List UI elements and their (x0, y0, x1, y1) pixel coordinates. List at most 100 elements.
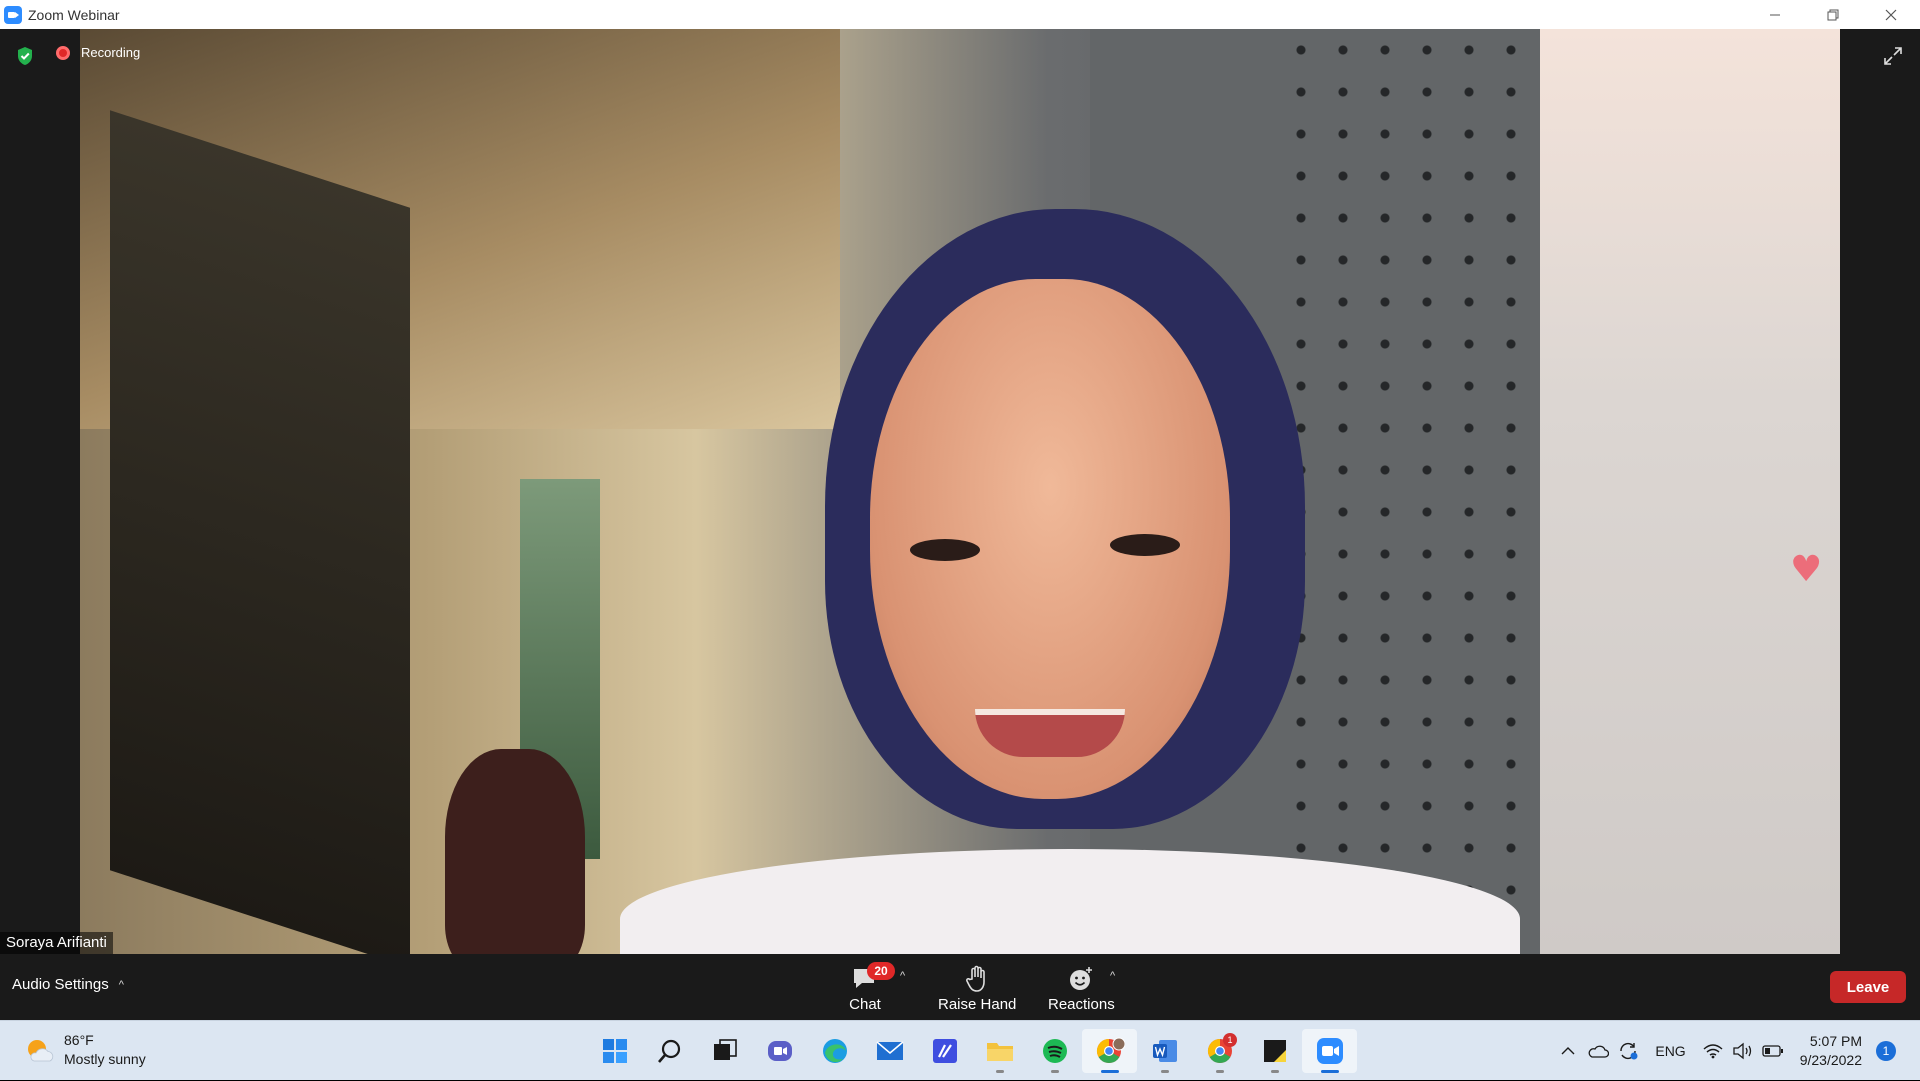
chrome-button[interactable]: 1 (1192, 1029, 1247, 1073)
notification-badge[interactable]: 1 (1876, 1041, 1896, 1061)
video-background-pegboard (1280, 29, 1580, 954)
zoom-webinar-window: Zoom Webinar ♥ Recording Soraya Arifiant… (0, 0, 1920, 1080)
sun-cloud-icon (28, 1040, 54, 1062)
word-button[interactable] (1137, 1029, 1192, 1073)
minimize-button[interactable] (1746, 0, 1804, 29)
expand-icon[interactable] (1882, 45, 1904, 67)
speaker-eye-left (910, 539, 980, 561)
task-view-icon (713, 1039, 737, 1060)
file-explorer-icon (986, 1043, 1013, 1061)
leave-button[interactable]: Leave (1830, 971, 1906, 1003)
teams-chat-button[interactable] (752, 1029, 807, 1073)
show-hidden-icons-button[interactable] (1553, 1036, 1583, 1066)
recording-dot-icon (56, 45, 70, 60)
system-tray: ENG 5:07 PM 9/23/2022 1 (1553, 1021, 1920, 1081)
visual-studio-icon (932, 1039, 957, 1063)
start-icon (602, 1039, 627, 1063)
meeting-toolbar: Audio Settings ^ 20 Chat ^ Raise Hand Re… (0, 954, 1920, 1020)
caret-up-icon[interactable]: ^ (119, 979, 124, 991)
title-bar: Zoom Webinar (0, 0, 1920, 29)
visual-studio-button[interactable] (917, 1029, 972, 1073)
zoom-icon (1316, 1038, 1343, 1064)
spotify-button[interactable] (1027, 1029, 1082, 1073)
audio-settings-label: Audio Settings (12, 976, 109, 993)
wifi-button[interactable] (1698, 1036, 1728, 1066)
close-icon (1885, 9, 1897, 20)
reactions-icon-wrap (1061, 962, 1101, 996)
running-indicator (1215, 1070, 1224, 1073)
chevron-up-icon (1561, 1047, 1575, 1055)
task-view-button[interactable] (697, 1029, 752, 1073)
onedrive-button[interactable] (1583, 1036, 1613, 1066)
sync-button[interactable] (1613, 1036, 1643, 1066)
shield-check-icon[interactable] (16, 46, 34, 66)
clock-date: 9/23/2022 (1799, 1052, 1862, 1068)
running-indicator (995, 1070, 1004, 1073)
sync-icon (1620, 1042, 1638, 1060)
video-stage: ♥ Recording Soraya Arifianti (0, 29, 1920, 954)
word-icon (1152, 1040, 1177, 1062)
wifi-icon (1703, 1044, 1723, 1059)
chrome-profile-icon (1096, 1037, 1125, 1064)
video-background-vase (445, 749, 585, 954)
weather-widget[interactable]: 86°F Mostly sunny (24, 1031, 146, 1069)
cloud-icon (1588, 1045, 1610, 1058)
audio-settings-button[interactable]: Audio Settings ^ (12, 976, 124, 993)
heart-icon: ♥ (1790, 549, 1823, 590)
search-icon (657, 1039, 680, 1063)
video-background-painting (110, 110, 410, 954)
mail-icon (875, 1041, 904, 1060)
start-button[interactable] (587, 1029, 642, 1073)
chat-caret-up-icon[interactable]: ^ (900, 970, 905, 982)
restore-icon (1827, 9, 1839, 20)
raise-hand-icon (966, 965, 985, 992)
restore-button[interactable] (1804, 0, 1862, 29)
recording-label: Recording (81, 45, 141, 60)
spotify-icon (1042, 1039, 1067, 1063)
raise-hand-label: Raise Hand (938, 996, 1017, 1013)
reactions-label: Reactions (1048, 996, 1115, 1013)
clock[interactable]: 5:07 PM 9/23/2022 (1800, 1032, 1862, 1070)
minimize-icon (1770, 14, 1780, 15)
running-indicator (1160, 1070, 1169, 1073)
file-explorer-button[interactable] (972, 1029, 1027, 1073)
search-button[interactable] (642, 1029, 697, 1073)
running-indicator (1050, 1070, 1059, 1073)
reactions-caret-up-icon[interactable]: ^ (1110, 970, 1115, 982)
speaker-name-tag: Soraya Arifianti (0, 932, 113, 954)
speaker-icon (1733, 1042, 1751, 1060)
reactions-button[interactable]: Reactions (1048, 962, 1115, 1013)
teams-chat-icon (767, 1041, 792, 1061)
window-title: Zoom Webinar (28, 6, 120, 23)
speaker-eye-right (1110, 534, 1180, 556)
speaker-video (80, 29, 1840, 954)
weather-desc: Mostly sunny (64, 1051, 146, 1067)
sticky-notes-button[interactable] (1247, 1029, 1302, 1073)
mail-button[interactable] (862, 1029, 917, 1073)
battery-icon (1762, 1045, 1783, 1057)
smiley-add-icon (1070, 967, 1093, 990)
chat-icon-wrap: 20 (845, 962, 895, 996)
edge-button[interactable] (807, 1029, 862, 1073)
raise-hand-button[interactable]: Raise Hand (938, 962, 1016, 1013)
running-indicator (1100, 1070, 1119, 1073)
recording-indicator[interactable]: Recording (56, 45, 140, 60)
video-background-wall (1540, 29, 1840, 954)
volume-button[interactable] (1728, 1036, 1758, 1066)
chat-badge: 20 (867, 962, 895, 980)
clock-time: 5:07 PM (1809, 1033, 1862, 1049)
weather-text: 86°F Mostly sunny (64, 1031, 146, 1069)
chat-label: Chat (849, 996, 881, 1013)
weather-temp: 86°F (64, 1032, 94, 1048)
edge-icon (822, 1039, 847, 1063)
raise-hand-icon-wrap (957, 962, 997, 996)
language-indicator[interactable]: ENG (1655, 1043, 1685, 1059)
sticky-notes-icon (1263, 1040, 1286, 1062)
battery-button[interactable] (1758, 1036, 1788, 1066)
zoom-taskbar-button[interactable] (1302, 1029, 1357, 1073)
running-indicator (1320, 1070, 1339, 1073)
close-button[interactable] (1862, 0, 1920, 29)
chrome-profile-button[interactable] (1082, 1029, 1137, 1073)
chat-button[interactable]: 20 Chat (845, 962, 895, 1013)
windows-taskbar: 86°F Mostly sunny 1 ENG 5:07 PM 9/23/202… (0, 1020, 1920, 1080)
